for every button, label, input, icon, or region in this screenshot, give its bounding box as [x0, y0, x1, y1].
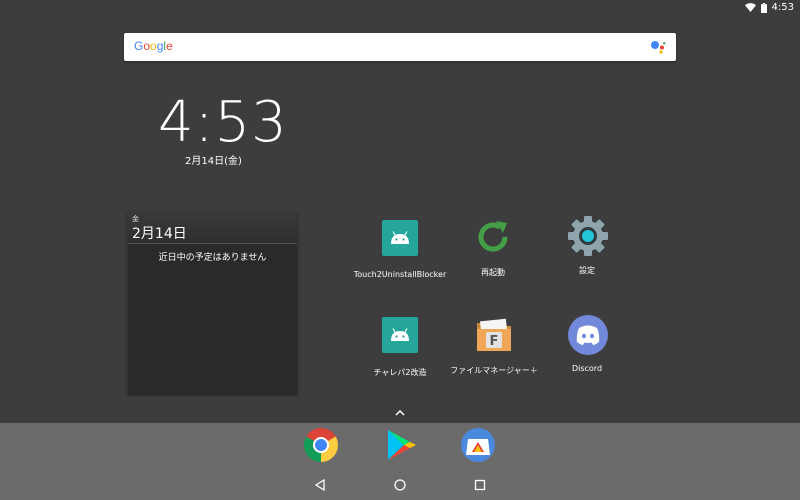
- status-bar: 4:53: [0, 0, 800, 18]
- app-label: 設定: [579, 266, 595, 275]
- app-label: Discord: [571, 364, 603, 373]
- clock-time[interactable]: 4:53: [158, 90, 288, 155]
- all-apps-arrow-icon[interactable]: [394, 408, 406, 418]
- dock: [0, 423, 800, 500]
- recents-icon[interactable]: [473, 478, 487, 492]
- settings-gear-icon: [568, 216, 608, 256]
- play-store-icon[interactable]: [382, 427, 418, 463]
- calendar-header: 金 2月14日: [128, 213, 297, 244]
- app-settings[interactable]: 設定: [532, 215, 642, 276]
- clock-date[interactable]: 2月14日(金): [185, 152, 242, 167]
- status-time: 4:53: [771, 2, 794, 13]
- calendar-date: 2月14日: [132, 226, 187, 242]
- google-search-bar[interactable]: Google: [124, 33, 676, 61]
- battery-icon: [760, 2, 767, 13]
- android-icon: [382, 220, 418, 256]
- google-logo: Google: [134, 39, 173, 53]
- folder-icon: F: [477, 318, 511, 351]
- android-icon: [382, 317, 418, 353]
- status-icons: 4:53: [744, 2, 794, 13]
- app-discord[interactable]: Discord: [532, 314, 642, 373]
- discord-icon: [568, 315, 608, 355]
- back-icon[interactable]: [313, 478, 327, 492]
- wifi-icon: [744, 3, 756, 12]
- restart-icon: [478, 221, 508, 252]
- calendar-widget[interactable]: 金 2月14日 近日中の予定はありません: [128, 213, 297, 394]
- app-store-icon[interactable]: [460, 427, 496, 463]
- google-assistant-icon[interactable]: [650, 40, 666, 54]
- chrome-icon[interactable]: [303, 427, 339, 463]
- home-icon[interactable]: [393, 478, 407, 492]
- svg-text:F: F: [490, 334, 499, 349]
- calendar-empty-message: 近日中の予定はありません: [158, 253, 267, 263]
